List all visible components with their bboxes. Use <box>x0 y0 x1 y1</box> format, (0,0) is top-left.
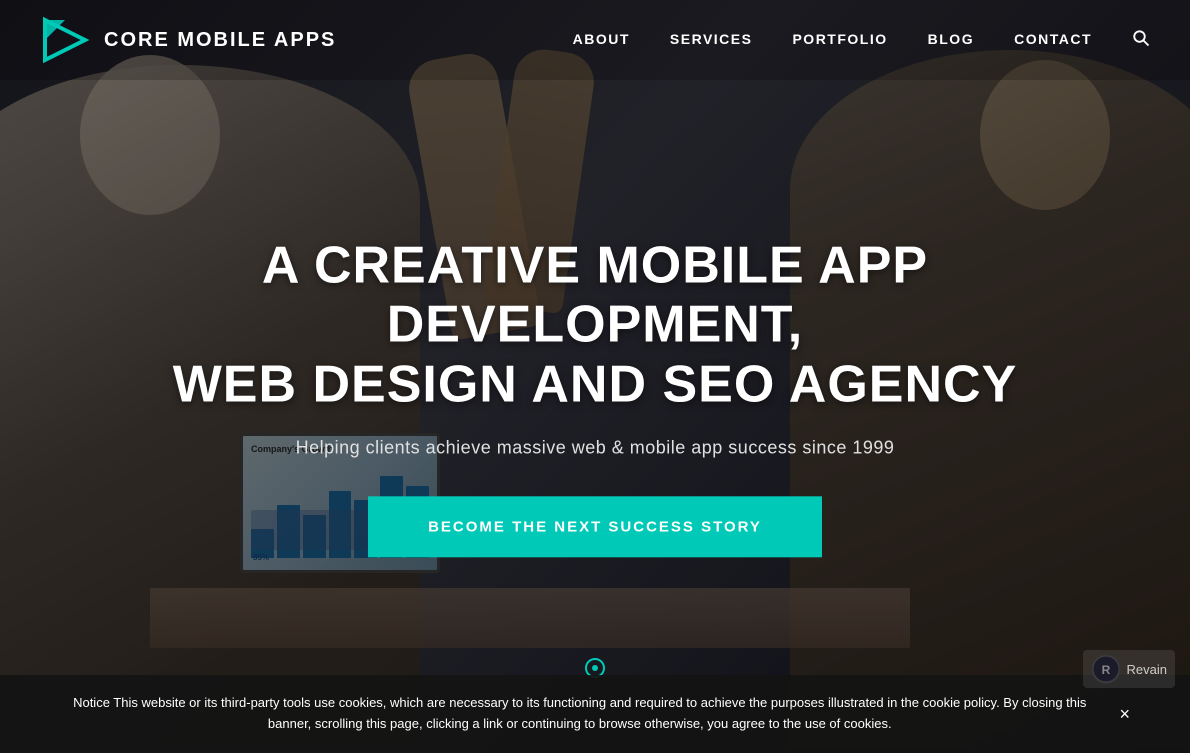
logo-icon <box>40 15 90 65</box>
hero-subheading: Helping clients achieve massive web & mo… <box>145 437 1045 458</box>
nav-link-portfolio[interactable]: PORTFOLIO <box>792 31 887 47</box>
nav-item-search[interactable] <box>1132 29 1150 52</box>
hero-heading-line1: A CREATIVE MOBILE APP DEVELOPMENT, <box>262 236 928 354</box>
cookie-banner: Notice This website or its third-party t… <box>0 675 1190 753</box>
hero-content: A CREATIVE MOBILE APP DEVELOPMENT, WEB D… <box>145 236 1045 557</box>
nav-menu: ABOUT SERVICES PORTFOLIO BLOG CONTACT <box>573 29 1150 52</box>
nav-item-blog[interactable]: BLOG <box>928 31 974 49</box>
navbar: CORE MOBILE APPS ABOUT SERVICES PORTFOLI… <box>0 0 1190 80</box>
nav-item-portfolio[interactable]: PORTFOLIO <box>792 31 887 49</box>
nav-item-contact[interactable]: CONTACT <box>1014 31 1092 49</box>
revain-icon: R <box>1091 654 1121 684</box>
hero-heading-line2: WEB DESIGN AND SEO AGENCY <box>173 355 1018 413</box>
svg-text:R: R <box>1101 663 1110 677</box>
nav-link-services[interactable]: SERVICES <box>670 31 753 47</box>
nav-item-services[interactable]: SERVICES <box>670 31 753 49</box>
revain-logo-icon: R <box>1092 655 1120 683</box>
nav-link-contact[interactable]: CONTACT <box>1014 31 1092 47</box>
hero-heading: A CREATIVE MOBILE APP DEVELOPMENT, WEB D… <box>145 236 1045 415</box>
cta-button[interactable]: BECOME THE NEXT SUCCESS STORY <box>368 496 822 557</box>
search-button[interactable] <box>1132 29 1150 52</box>
logo-link[interactable]: CORE MOBILE APPS <box>40 15 336 65</box>
brand-name: CORE MOBILE APPS <box>104 29 336 52</box>
revain-badge: R Revain <box>1083 650 1175 688</box>
cookie-text: Notice This website or its third-party t… <box>60 693 1099 735</box>
search-icon <box>1132 29 1150 47</box>
scroll-dot <box>592 665 598 671</box>
nav-link-about[interactable]: ABOUT <box>573 31 630 47</box>
cookie-close-button[interactable]: × <box>1119 704 1130 725</box>
nav-link-blog[interactable]: BLOG <box>928 31 974 47</box>
nav-item-about[interactable]: ABOUT <box>573 31 630 49</box>
hero-section: Company's Growth 85% <box>0 0 1190 753</box>
revain-label: Revain <box>1127 662 1167 677</box>
